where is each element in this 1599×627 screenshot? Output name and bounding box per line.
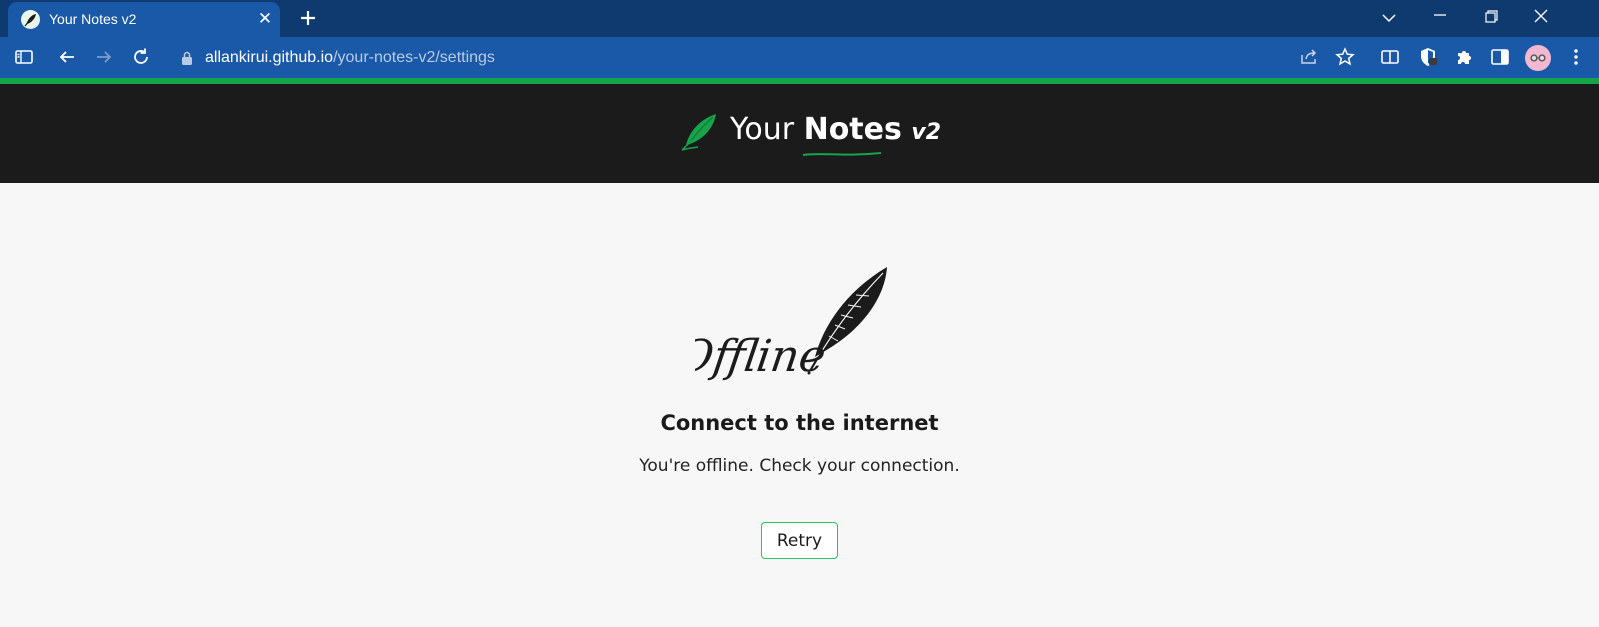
puzzle-extensions-icon[interactable] <box>1452 45 1476 69</box>
minimize-icon[interactable] <box>1425 4 1455 32</box>
lock-icon[interactable] <box>180 50 194 66</box>
url-text: allankirui.github.io/your-notes-v2/setti… <box>205 49 495 67</box>
browser-titlebar: Your Notes v2 ✕ <box>0 0 1599 37</box>
app-title: Your Notes v2 <box>730 112 941 147</box>
tab-title: Your Notes v2 <box>49 11 137 27</box>
browser-toolbar: allankirui.github.io/your-notes-v2/setti… <box>0 37 1599 78</box>
profile-avatar[interactable] <box>1525 45 1551 71</box>
brand-name: Notes <box>803 112 902 147</box>
tab-close-icon[interactable]: ✕ <box>255 9 275 29</box>
offline-content: Offline Connect to the internet You're o… <box>0 183 1599 627</box>
green-feather-icon <box>680 110 720 152</box>
share-icon[interactable] <box>1297 45 1321 69</box>
url-path: /your-notes-v2/settings <box>333 49 495 66</box>
shield-extension-icon[interactable] <box>1416 45 1440 69</box>
new-tab-plus-icon[interactable] <box>296 6 320 30</box>
tab-search-chevron-down-icon[interactable] <box>1374 4 1404 32</box>
svg-text:Offline: Offline <box>695 331 829 382</box>
retry-button[interactable]: Retry <box>761 522 838 559</box>
window-close-icon[interactable] <box>1526 4 1556 32</box>
app-logo[interactable]: Your Notes v2 <box>680 110 941 158</box>
url-host: allankirui.github.io <box>205 49 334 66</box>
split-view-icon[interactable] <box>1378 45 1402 69</box>
offline-message: You're offline. Check your connection. <box>639 456 960 476</box>
browser-tab-active[interactable]: Your Notes v2 ✕ <box>8 2 280 37</box>
more-vertical-icon[interactable] <box>1564 45 1588 69</box>
reload-icon[interactable] <box>129 45 153 69</box>
back-arrow-icon[interactable] <box>55 45 79 69</box>
app-header: Your Notes v2 <box>0 84 1599 183</box>
brand-underline <box>802 152 882 156</box>
side-panel-icon[interactable] <box>1488 45 1512 69</box>
sidebar-icon[interactable] <box>12 45 36 69</box>
feather-icon <box>21 10 40 29</box>
restore-icon[interactable] <box>1476 4 1506 32</box>
offline-heading: Connect to the internet <box>660 411 939 435</box>
forward-arrow-icon[interactable] <box>92 45 116 69</box>
address-bar[interactable]: allankirui.github.io/your-notes-v2/setti… <box>180 47 880 69</box>
brand-version: v2 <box>911 120 942 145</box>
star-icon[interactable] <box>1333 45 1357 69</box>
offline-feather-illustration: Offline <box>695 267 887 382</box>
brand-prefix: Your <box>730 112 795 147</box>
